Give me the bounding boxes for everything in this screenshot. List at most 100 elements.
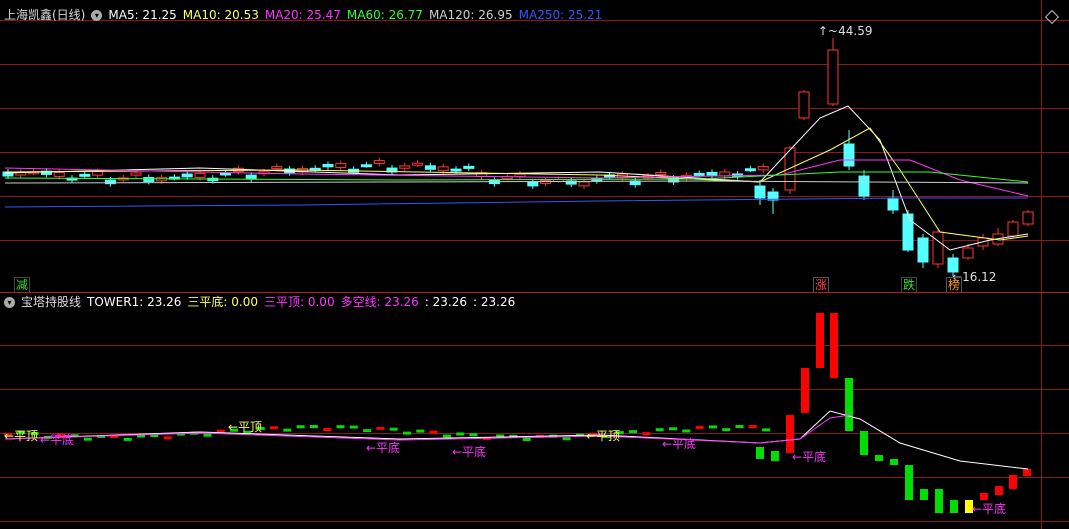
candle-body [92, 170, 104, 176]
candle-body [360, 164, 372, 168]
candle-body [194, 172, 206, 178]
annotation-flat-bottom: ←平底 [972, 502, 1007, 516]
tower-bar [980, 493, 988, 500]
candle-body [181, 173, 193, 178]
tower-bar [163, 436, 172, 440]
candle-body [843, 143, 855, 167]
high-price-value: 44.59 [838, 24, 873, 38]
tower-bar [83, 437, 92, 441]
indicator-toggle-icon[interactable]: ▾ [4, 297, 15, 308]
annotation-flat-bottom: ←平底 [662, 437, 697, 451]
tower-bar [875, 455, 883, 461]
annotation-flat-top: ←平顶 [4, 429, 39, 443]
ma120-line [4, 180, 1029, 184]
tower-bar [442, 434, 451, 438]
indicator-title: 宝塔持股线 [21, 295, 82, 309]
tower-bar [860, 431, 868, 455]
tower-bar [416, 429, 425, 433]
extra-value-1: : 23.26 [424, 295, 468, 309]
candle-body [245, 174, 257, 180]
ma10-line [4, 127, 1029, 241]
tower-bar [296, 425, 305, 429]
candle-body [754, 185, 766, 199]
tower-bar [816, 313, 824, 368]
tower-bar [708, 425, 717, 429]
candle-body [143, 177, 155, 182]
price-legend: 上海凯鑫(日线) ▾ MA5: 21.25 MA10: 20.53 MA20: 25.4… [4, 7, 608, 23]
tower-bar [771, 451, 779, 461]
tower-chart [4, 313, 1031, 513]
settings-toggle-icon[interactable]: ▾ [91, 10, 103, 21]
annotation-flat-top: ←平顶 [228, 420, 263, 434]
candle-body [271, 166, 283, 170]
tower-bar [376, 426, 385, 430]
tower-legend: ▾ 宝塔持股线 TOWER1: 23.26 三平底: 0.00 三平顶: 0.00 多空线… [4, 294, 521, 310]
candle-body [962, 247, 974, 259]
chart-title: 上海凯鑫(日线) [4, 8, 86, 22]
signal-fall: 跌 [901, 277, 918, 293]
signal-rank: 榜 [946, 277, 963, 293]
flat-bottom-label: 三平底: 0.00 [187, 295, 258, 309]
tower-bar [801, 368, 809, 413]
candlestick-chart [2, 38, 1034, 276]
tower-bar [283, 428, 292, 432]
tower-bar [735, 425, 744, 429]
candle-body [424, 165, 436, 170]
candle-body [335, 163, 347, 169]
candle-body [887, 197, 899, 211]
tower-bar [890, 459, 898, 465]
tower-bar [562, 437, 571, 441]
tower-bar [756, 447, 764, 459]
tower-bar [309, 425, 318, 429]
tower-bar [1009, 475, 1017, 489]
tower-bar [695, 425, 704, 429]
tower-bar [845, 378, 853, 431]
candle-body [220, 172, 232, 176]
candle-body [463, 165, 475, 169]
tower-bar [469, 433, 478, 437]
tower-bar [336, 425, 345, 429]
candle-body [412, 162, 424, 166]
low-price-value: 16.12 [962, 270, 997, 284]
tower-bar [642, 432, 651, 436]
candle-body [130, 172, 142, 176]
tower-bar [935, 489, 943, 513]
annotation-flat-bottom: ←平底 [792, 450, 827, 464]
tower-indicator-pane[interactable]: ▾ 宝塔持股线 TOWER1: 23.26 三平底: 0.00 三平顶: 0.00 多空线… [0, 293, 1069, 529]
tower-bar [203, 433, 212, 437]
tower-bar [682, 429, 691, 433]
tower-bar [403, 431, 411, 435]
signal-rise: 涨 [813, 277, 830, 293]
price-chart-pane[interactable]: 上海凯鑫(日线) ▾ MA5: 21.25 MA10: 20.53 MA20: 25.4… [0, 0, 1069, 293]
signal-reduce: 减 [14, 277, 31, 293]
annotation-flat-top: ←平顶 [586, 429, 621, 443]
candle-body [527, 181, 539, 187]
ma250-line [4, 197, 1028, 208]
candle-body [399, 165, 411, 169]
candle-body [79, 173, 91, 177]
candle-body [1022, 211, 1034, 225]
tower-bar [762, 428, 771, 432]
tower-bar [920, 489, 928, 500]
candle-body [322, 163, 334, 168]
candle-body [693, 172, 705, 176]
tower-bar [270, 426, 278, 430]
tower-bar [349, 425, 358, 429]
candle-body [917, 237, 929, 263]
tower-bar [905, 465, 913, 500]
candle-body [53, 171, 65, 177]
candle-body [373, 160, 385, 165]
tower1-label: TOWER1: 23.26 [87, 295, 182, 309]
candle-body [757, 166, 769, 171]
candle-body [437, 166, 449, 172]
ma120-label: MA120: 26.95 [428, 8, 513, 22]
ma250-label: MA250: 25.21 [518, 8, 603, 22]
tower-white-line [4, 410, 1029, 470]
candle-body [902, 213, 914, 251]
tower-bar [950, 500, 958, 513]
tower-bar [363, 429, 372, 433]
ma5-label: MA5: 21.25 [108, 8, 177, 22]
tower-bar [669, 427, 677, 431]
candle-body [514, 173, 526, 178]
candle-body [706, 171, 718, 176]
